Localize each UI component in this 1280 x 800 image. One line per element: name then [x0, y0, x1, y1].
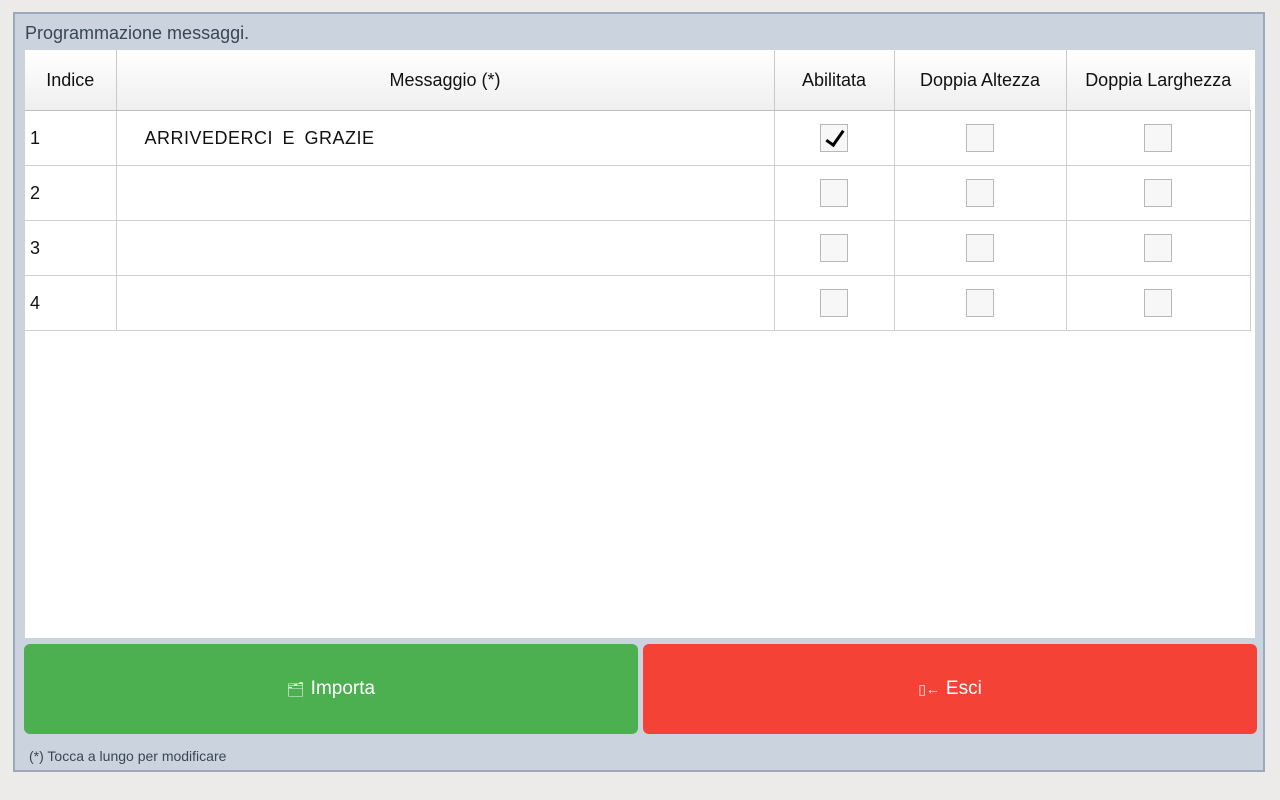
enabled-checkbox[interactable] [820, 179, 848, 207]
double-width-checkbox-cell [1066, 220, 1251, 276]
double-width-checkbox[interactable] [1144, 124, 1172, 152]
row-message[interactable] [116, 220, 775, 276]
row-message[interactable] [116, 275, 775, 331]
exit-button-label: Esci [945, 678, 982, 699]
row-message[interactable] [116, 165, 775, 221]
messages-table-container: Indice Messaggio (*) Abilitata Doppia Al… [25, 50, 1255, 638]
row-index: 4 [25, 275, 117, 331]
double-height-checkbox[interactable] [966, 289, 994, 317]
double-height-checkbox-cell [894, 275, 1067, 331]
double-width-checkbox-cell [1066, 110, 1251, 166]
column-header-message: Messaggio (*) [116, 50, 775, 111]
row-index: 2 [25, 165, 117, 221]
double-height-checkbox-cell [894, 165, 1067, 221]
enabled-checkbox-cell [774, 220, 895, 276]
table-row[interactable]: 3 [25, 220, 1251, 276]
import-button-label: Importa [310, 678, 376, 699]
exit-button[interactable]: ▯← Esci [643, 644, 1257, 734]
footer-note: (*) Tocca a lungo per modificare [29, 748, 227, 764]
import-button[interactable]: 🗂 Importa [24, 644, 638, 734]
double-width-checkbox-cell [1066, 165, 1251, 221]
dialog-title: Programmazione messaggi. [25, 23, 250, 43]
double-height-checkbox-cell [894, 220, 1067, 276]
double-height-checkbox[interactable] [966, 179, 994, 207]
enabled-checkbox-cell [774, 110, 895, 166]
message-programming-dialog: Programmazione messaggi. Indice Messaggi… [13, 12, 1265, 772]
folder-import-icon: 🗂 [286, 680, 305, 697]
row-index: 1 [25, 110, 117, 166]
row-message[interactable]: ARRIVEDERCI E GRAZIE [116, 110, 775, 166]
enabled-checkbox[interactable] [820, 124, 848, 152]
table-header-row: Indice Messaggio (*) Abilitata Doppia Al… [25, 50, 1250, 111]
column-header-double-height: Doppia Altezza [894, 50, 1067, 111]
column-header-enabled: Abilitata [774, 50, 895, 111]
double-height-checkbox[interactable] [966, 234, 994, 262]
enabled-checkbox[interactable] [820, 289, 848, 317]
exit-door-icon: ▯← [918, 680, 940, 697]
enabled-checkbox-cell [774, 275, 895, 331]
table-row[interactable]: 2 [25, 165, 1251, 221]
double-width-checkbox[interactable] [1144, 179, 1172, 207]
messages-table: Indice Messaggio (*) Abilitata Doppia Al… [25, 50, 1251, 331]
enabled-checkbox[interactable] [820, 234, 848, 262]
column-header-double-width: Doppia Larghezza [1066, 50, 1250, 111]
table-row[interactable]: 1 ARRIVEDERCI E GRAZIE [25, 110, 1251, 166]
enabled-checkbox-cell [774, 165, 895, 221]
column-header-index: Indice [25, 50, 117, 111]
double-width-checkbox[interactable] [1144, 234, 1172, 262]
double-width-checkbox[interactable] [1144, 289, 1172, 317]
row-index: 3 [25, 220, 117, 276]
double-width-checkbox-cell [1066, 275, 1251, 331]
double-height-checkbox-cell [894, 110, 1067, 166]
double-height-checkbox[interactable] [966, 124, 994, 152]
table-row[interactable]: 4 [25, 275, 1251, 331]
